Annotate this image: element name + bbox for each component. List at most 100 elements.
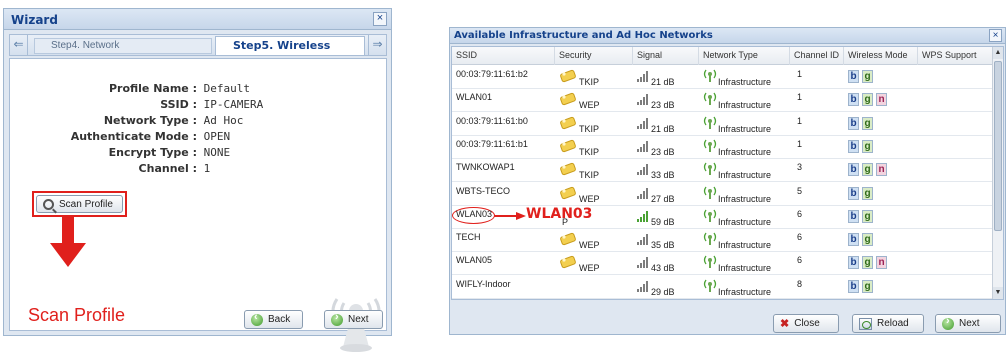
field-label: Network Type : [103, 114, 197, 127]
table-row[interactable]: WLAN03 P 59 dB Infrastructure 6 b g WLAN03 [452, 206, 993, 229]
network-type-text: Infrastructure [718, 286, 772, 297]
mode-g-badge: g [862, 233, 873, 247]
channel-text: 3 [797, 162, 803, 173]
cell-network-type: Infrastructure [699, 229, 790, 252]
scroll-thumb[interactable] [994, 61, 1002, 231]
back-button[interactable]: Back [244, 310, 303, 329]
cell-signal: 23 dB [633, 89, 699, 112]
scroll-up-icon[interactable]: ▲ [993, 47, 1003, 59]
mode-b-badge: b [848, 163, 859, 177]
scrollbar[interactable]: ▲ ▼ [992, 47, 1003, 299]
cell-wps-support [918, 113, 993, 136]
cell-wps-support [918, 66, 993, 89]
cell-ssid: WIFLY-Indoor [452, 276, 555, 299]
cell-signal: 33 dB [633, 159, 699, 182]
wizard-titlebar: Wizard × [4, 9, 391, 30]
wizard-title: Wizard [11, 13, 58, 27]
cell-security: WEP [555, 252, 633, 275]
cell-network-type: Infrastructure [699, 183, 790, 206]
cell-security: WEP [555, 89, 633, 112]
field-value: Default [203, 82, 250, 95]
scroll-down-icon[interactable]: ▼ [993, 287, 1003, 299]
security-text: WEP [579, 100, 600, 111]
signal-icon [637, 280, 649, 292]
mode-g-badge: g [862, 279, 873, 293]
field-label: SSID : [160, 98, 197, 111]
mode-b-badge: b [848, 186, 859, 200]
cell-network-type: Infrastructure [699, 276, 790, 299]
key-icon [559, 232, 579, 246]
network-type-text: Infrastructure [718, 216, 772, 227]
table-row[interactable]: 00:03:79:11:61:b0 TKIP 21 dB Infrastructure… [452, 113, 993, 136]
mode-b-badge: b [848, 93, 859, 107]
search-icon [43, 198, 54, 210]
signal-text: 59 dB [651, 216, 675, 227]
scan-profile-caption: Scan Profile [28, 305, 126, 325]
table-row[interactable]: WBTS-TECO WEP 27 dB Infrastructure 5 b g [452, 183, 993, 206]
key-icon [559, 139, 579, 153]
antenna-icon [703, 161, 717, 176]
field-value: Ad Hoc [203, 114, 244, 127]
channel-text: 5 [797, 185, 803, 196]
networks-next-label: Next [959, 318, 980, 329]
cell-channel: 3 [790, 159, 844, 182]
close-label: Close [794, 318, 820, 329]
key-icon [559, 162, 579, 176]
mode-g-badge: g [862, 163, 873, 177]
reload-button[interactable]: Reload [852, 314, 924, 333]
tab-step4-network[interactable]: Step4. Network [34, 38, 212, 54]
wizard-body: Profile Name : Default SSID : IP-CAMERA … [9, 58, 387, 352]
cell-channel: 1 [790, 66, 844, 89]
profile-info: Profile Name : Default SSID : IP-CAMERA … [20, 81, 264, 177]
cell-wps-support [918, 183, 993, 206]
cell-network-type: Infrastructure [699, 113, 790, 136]
security-text: WEP [579, 193, 600, 204]
antenna-icon [703, 208, 717, 222]
arrow-down-icon [50, 217, 86, 267]
table-row[interactable]: WLAN01 WEP 23 dB Infrastructure 1 b g n [452, 89, 993, 113]
signal-icon [637, 187, 649, 199]
security-text: TKIP [579, 123, 600, 134]
signal-text: 21 dB [651, 123, 675, 134]
cell-network-type: Infrastructure [699, 252, 790, 275]
scan-profile-label: Scan Profile [59, 198, 113, 210]
next-button[interactable]: Next [324, 310, 383, 329]
security-text: TKIP [579, 146, 600, 157]
network-type-text: Infrastructure [718, 193, 772, 204]
table-row[interactable]: 00:03:79:11:61:b1 TKIP 23 dB Infrastructure… [452, 136, 993, 159]
column-header-security[interactable]: Security [555, 47, 633, 65]
column-header-wps-support[interactable]: WPS Support [918, 47, 993, 65]
table-row[interactable]: 00:03:79:11:61:b2 TKIP 21 dB Infrastructure… [452, 66, 993, 89]
reload-label: Reload [877, 318, 909, 329]
networks-next-button[interactable]: Next [935, 314, 1001, 333]
column-header-ssid[interactable]: SSID [452, 47, 555, 65]
table-row[interactable]: TWNKOWAP1 TKIP 33 dB Infrastructure 3 b g n [452, 159, 993, 183]
arrow-left-icon[interactable]: ⇐ [10, 35, 28, 55]
next-arrow-icon [942, 315, 954, 330]
arrow-right-icon[interactable]: ⇒ [368, 35, 386, 55]
column-header-network-type[interactable]: Network Type [699, 47, 790, 65]
close-button[interactable]: ✖ Close [773, 314, 839, 333]
next-label: Next [348, 314, 369, 325]
table-row[interactable]: TECH WEP 35 dB Infrastructure 6 b g [452, 229, 993, 253]
table-row[interactable]: WLAN05 WEP 43 dB Infrastructure 6 b g n [452, 252, 993, 276]
signal-text: 33 dB [651, 170, 675, 181]
channel-text: 1 [797, 69, 803, 79]
mode-b-badge: b [848, 209, 859, 223]
cell-security: WEP [555, 229, 633, 252]
field-value: 1 [203, 162, 211, 175]
antenna-icon [703, 231, 717, 246]
key-icon [559, 92, 579, 106]
field-value: IP-CAMERA [203, 98, 264, 111]
close-icon[interactable]: × [373, 12, 387, 26]
tab-step5-wireless[interactable]: Step5. Wireless [215, 36, 365, 55]
table-row[interactable]: WIFLY-Indoor 29 dB Infrastructure 8 b g [452, 276, 993, 299]
scan-highlight-box: Scan Profile [32, 191, 127, 217]
column-header-wireless-mode[interactable]: Wireless Mode [844, 47, 918, 65]
close-icon[interactable]: × [989, 29, 1002, 42]
scan-profile-button[interactable]: Scan Profile [36, 195, 123, 213]
column-header-channel-id[interactable]: Channel ID [790, 47, 844, 65]
ssid-text: 00:03:79:11:61:b2 [456, 69, 528, 79]
cell-signal: 43 dB [633, 252, 699, 275]
column-header-signal[interactable]: Signal [633, 47, 699, 65]
